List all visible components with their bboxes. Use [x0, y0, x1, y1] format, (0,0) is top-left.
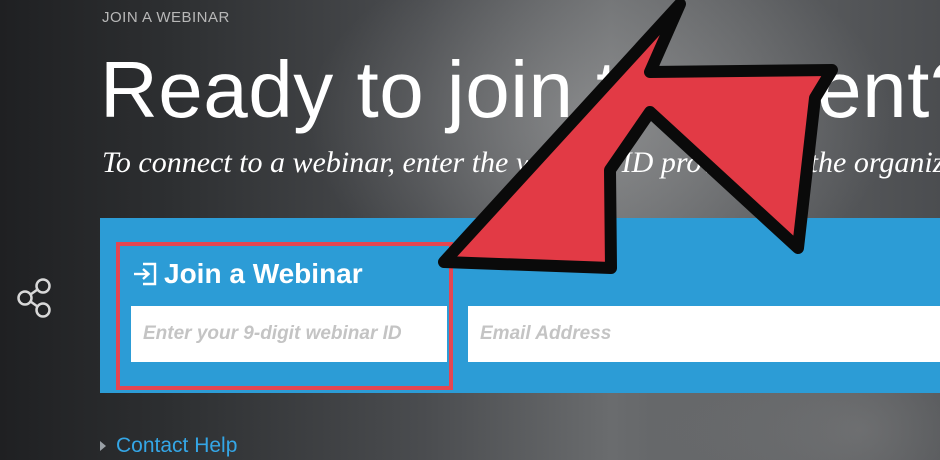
- caret-right-icon: [100, 441, 106, 451]
- contact-help-link[interactable]: Contact Help: [116, 434, 237, 458]
- contact-help[interactable]: Contact Help: [100, 434, 237, 458]
- page-subline: To connect to a webinar, enter the webin…: [102, 146, 940, 179]
- section-eyebrow: JOIN A WEBINAR: [102, 9, 230, 26]
- email-address-input[interactable]: [468, 306, 940, 362]
- share-icon[interactable]: [16, 277, 56, 319]
- webinar-id-highlight-box: [116, 242, 453, 390]
- page-headline: Ready to join the event?: [100, 45, 940, 134]
